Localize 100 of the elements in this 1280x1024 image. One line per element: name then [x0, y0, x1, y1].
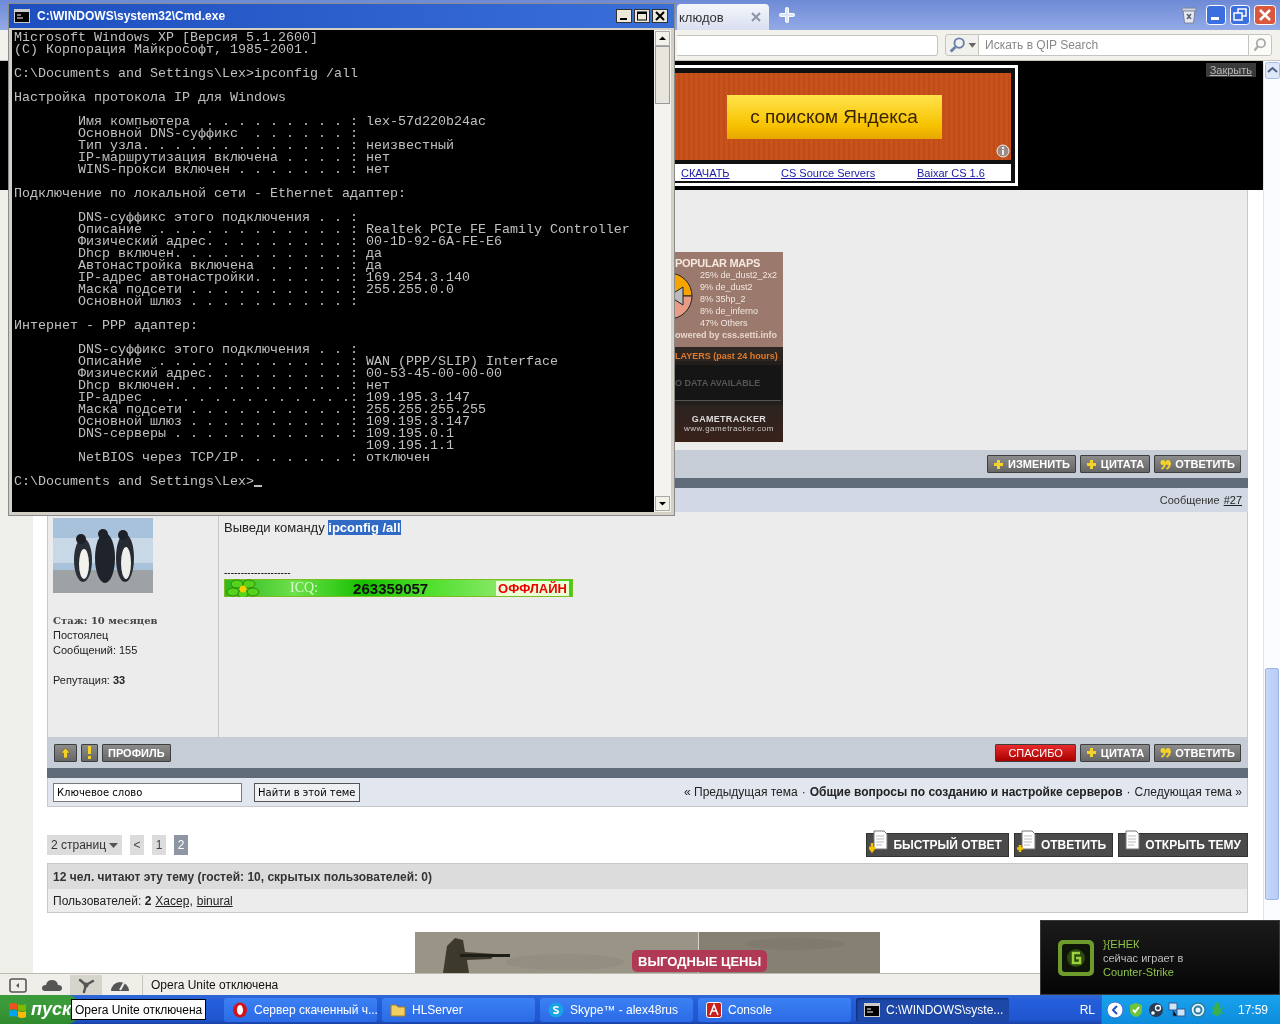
- plus-icon: [1085, 747, 1097, 758]
- taskbar-button[interactable]: Skype™ - alex48rus: [540, 997, 693, 1022]
- console-line: Основной шлюз . . . . . . . . . . :: [77, 296, 358, 308]
- plus-icon: [1085, 458, 1097, 470]
- post-button[interactable]: [81, 743, 98, 762]
- close-button[interactable]: [652, 9, 668, 23]
- maximize-button[interactable]: [634, 9, 650, 23]
- ad-link[interactable]: Baixar CS 1.6: [917, 166, 985, 179]
- console-line: IP-адрес . . . . . . . . . . . . .: 109.195.3.147: [77, 392, 470, 404]
- window-title: C:\WINDOWS\system32\Cmd.exe: [37, 9, 226, 23]
- scroll-up-icon[interactable]: [655, 31, 670, 46]
- post-button[interactable]: [54, 743, 77, 762]
- pages-dropdown[interactable]: 2 страниц: [47, 835, 123, 855]
- action-button[interactable]: ОТВЕТИТЬ: [1013, 833, 1114, 857]
- viewers-summary: 12 чел. читают эту тему (гостей: 10, скрытых пользователей: 0): [48, 864, 1247, 889]
- skype-icon: [548, 1001, 564, 1018]
- post-button[interactable]: ОТВЕТИТЬ: [1154, 455, 1241, 473]
- restore-button[interactable]: [1230, 5, 1250, 25]
- console-line: WINS-прокси включен . . . . . . . : нет: [77, 164, 390, 176]
- next-topic-link[interactable]: Следующая тема »: [1134, 785, 1242, 799]
- ring-icon[interactable]: [1189, 1001, 1206, 1018]
- ad-link[interactable]: CS Source Servers: [781, 166, 917, 179]
- language-indicator[interactable]: RL: [1079, 1002, 1095, 1017]
- console-line: Интернет - PPP адаптер:: [14, 320, 198, 332]
- signature-rule: --------------------: [224, 567, 291, 579]
- reputation: Репутация: 33: [53, 673, 127, 688]
- taskbar-button[interactable]: HLServer: [382, 997, 535, 1022]
- trash-icon[interactable]: [1180, 6, 1198, 24]
- plus-icon: [993, 458, 1005, 470]
- separator-dot: ·: [801, 785, 806, 799]
- post-button[interactable]: ИЗМЕНИТЬ: [987, 455, 1076, 473]
- arrow-up-icon: [60, 746, 71, 759]
- console-line: Тип узла. . . . . . . . . . . . . : неизвестный: [77, 140, 454, 152]
- scrollbar-thumb[interactable]: [655, 46, 670, 104]
- console-line: 109.195.1.1: [364, 440, 454, 452]
- shield-check-icon[interactable]: [1127, 1001, 1144, 1018]
- notification-text: сейчас играет в: [1103, 950, 1184, 965]
- post-button[interactable]: ОТВЕТИТЬ: [1154, 743, 1241, 762]
- post-label: Сообщение: [1159, 494, 1220, 506]
- page-link[interactable]: <: [130, 835, 145, 855]
- console-line: Основной шлюз . . . . . . . . . . : 109.195.3.147: [77, 416, 470, 428]
- users-label: Пользователей: 2: [53, 893, 152, 908]
- legend-label: 25% de_dust2_2x2: [700, 269, 778, 281]
- user-link[interactable]: binural: [196, 893, 233, 908]
- address-field[interactable]: [677, 34, 938, 56]
- console-line: (С) Корпорация Майкрософт, 1985-2001.: [14, 44, 310, 56]
- chevron-left-icon[interactable]: [1105, 1000, 1124, 1019]
- info-icon[interactable]: [996, 144, 1010, 159]
- console-line: Описание . . . . . . . . . . . . : WAN (PPP/SLIP) Interface: [77, 356, 558, 368]
- app-icon: [706, 1001, 722, 1018]
- exclamation-icon: [87, 746, 92, 759]
- ad-link[interactable]: СКАЧАТЬ: [681, 166, 781, 179]
- opera-icon: [232, 1001, 248, 1018]
- console-line: Dhcp включен. . . . . . . . . . . : нет: [77, 380, 390, 392]
- network-icon[interactable]: [1167, 1001, 1186, 1018]
- taskbar-button[interactable]: Console: [698, 997, 851, 1022]
- close-link[interactable]: Закрыть: [1205, 63, 1256, 77]
- post-button[interactable]: СПАСИБО: [995, 743, 1076, 762]
- scrollbar[interactable]: [654, 30, 671, 512]
- post-button[interactable]: ПРОФИЛЬ: [102, 743, 171, 762]
- console-line: Описание . . . . . . . . . . . . : Realtek PCIe FE Family Controller: [77, 224, 630, 236]
- console-line: Имя компьютера . . . . . . . . . : lex-57d220b24ac: [77, 116, 486, 128]
- new-tab-icon[interactable]: [779, 7, 795, 23]
- browser-tab[interactable]: клюдов: [677, 4, 769, 30]
- legend-label: 8% 35hp_2: [700, 293, 747, 305]
- caret-icon: [109, 842, 119, 848]
- console-line: Основной DNS-суффикс . . . . . . :: [77, 128, 358, 140]
- previous-topic-link[interactable]: « Предыдущая тема: [684, 785, 798, 799]
- action-button[interactable]: ОТКРЫТЬ ТЕМУ: [1118, 833, 1248, 857]
- ad-button[interactable]: с поиском Яндекса: [726, 94, 942, 139]
- close-icon[interactable]: [751, 12, 761, 22]
- clock: 17:59: [1237, 1002, 1268, 1017]
- console-line: IP-адрес автонастройки. . . . . . : 169.254.3.140: [77, 272, 470, 284]
- console-line: DNS-серверы . . . . . . . . . . . : 109.195.0.1: [77, 428, 454, 440]
- post-button[interactable]: ЦИТАТА: [1079, 455, 1151, 473]
- folder-icon: [390, 1002, 406, 1017]
- steam-icon[interactable]: [1147, 1001, 1164, 1018]
- minimize-button[interactable]: [616, 9, 632, 23]
- taskbar-button[interactable]: Сервер скаченный ч...: [224, 997, 377, 1022]
- topic-title: Общие вопросы по созданию и настройке серверов: [809, 785, 1123, 799]
- action-button[interactable]: БЫСТРЫЙ ОТВЕТ: [866, 833, 1009, 857]
- user-link[interactable]: Хасер,: [155, 893, 193, 908]
- console-line: Автонастройка включена . . . . . : да: [77, 260, 382, 272]
- keyword-field[interactable]: Ключевое слово: [53, 782, 242, 802]
- unite-icon[interactable]: [70, 974, 102, 995]
- post-button[interactable]: ЦИТАТА: [1079, 743, 1151, 762]
- scrollbar-thumb[interactable]: [1265, 668, 1279, 900]
- search-button[interactable]: Найти в этой теме: [254, 782, 360, 802]
- post-number-link[interactable]: #27: [1223, 494, 1242, 506]
- game-name: Counter-Strike: [1103, 964, 1175, 979]
- scroll-down-icon[interactable]: [655, 496, 670, 511]
- console-line: Физический адрес. . . . . . . . . : 00-1D-92-6A-FE-E6: [77, 236, 502, 248]
- taskbar-button[interactable]: C:\WINDOWS\syste...: [856, 997, 1009, 1022]
- graph-note: O DATA AVAILABLE: [675, 377, 761, 388]
- scroll-up-icon[interactable]: [1264, 62, 1280, 79]
- search-field[interactable]: Искать в QIP Search: [979, 34, 1248, 56]
- member-rank: Постоялец: [53, 628, 110, 643]
- quote-icon: [1160, 747, 1172, 758]
- page-link[interactable]: 1: [152, 835, 167, 855]
- search-engine-button[interactable]: [945, 34, 979, 56]
